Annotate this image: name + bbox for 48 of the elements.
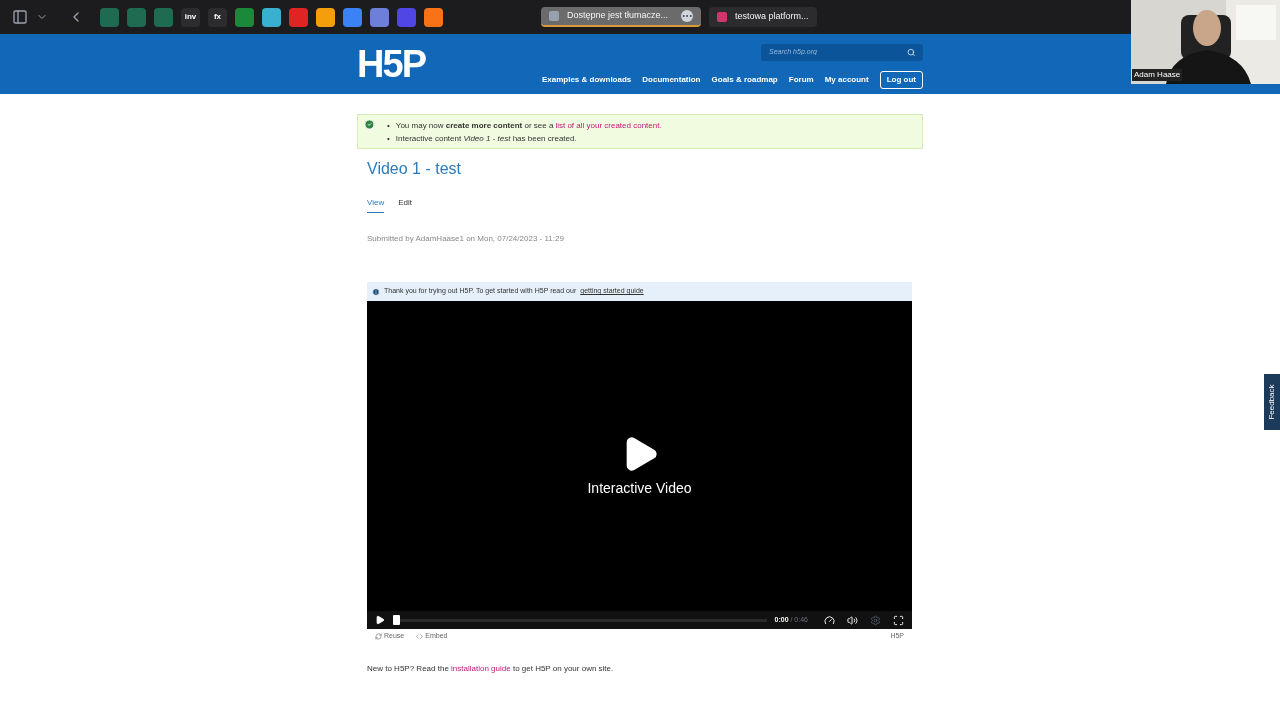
pinned-tab[interactable]: inv bbox=[181, 7, 200, 27]
footer-text: to get H5P on your own site. bbox=[512, 664, 614, 673]
footer-text: New to H5P? Read the bbox=[367, 664, 449, 673]
volume-icon[interactable] bbox=[847, 614, 858, 626]
pinned-tab[interactable] bbox=[289, 7, 308, 27]
pinned-tab[interactable] bbox=[262, 7, 281, 27]
nav-link[interactable]: My account bbox=[824, 73, 869, 86]
content-tab[interactable]: Edit bbox=[398, 197, 412, 213]
nav-link[interactable]: Goals & roadmap bbox=[711, 73, 778, 86]
tab-favicon bbox=[717, 12, 727, 22]
browser-tab[interactable]: Dostępne jest tłumacze... bbox=[541, 7, 701, 27]
content-tab[interactable]: View bbox=[367, 197, 385, 213]
nav-link[interactable]: Examples & downloads bbox=[541, 73, 632, 86]
progress-track[interactable] bbox=[393, 615, 767, 625]
pinned-tab[interactable] bbox=[235, 7, 254, 27]
participant-name: Adam Haase bbox=[1132, 69, 1183, 81]
logo[interactable]: H5P bbox=[357, 45, 426, 83]
install-link[interactable]: installation guide bbox=[451, 664, 511, 673]
browser-tab[interactable]: testowa platform... bbox=[709, 7, 817, 27]
reload-icon bbox=[375, 632, 382, 640]
more-icon[interactable] bbox=[681, 10, 693, 22]
pinned-tab[interactable] bbox=[424, 7, 443, 27]
video-title: Interactive Video bbox=[587, 478, 692, 498]
content-link[interactable]: list of all your created content. bbox=[555, 119, 662, 132]
fullscreen-icon[interactable] bbox=[893, 614, 904, 626]
sidebar-icon[interactable] bbox=[12, 9, 28, 25]
check-icon bbox=[364, 119, 375, 130]
submitted-text: Submitted by AdamHaase1 on Mon, 07/24/2023 - 11:29 bbox=[367, 233, 565, 245]
pinned-tab[interactable]: fx bbox=[208, 7, 227, 27]
logout-button[interactable]: Log out bbox=[879, 70, 923, 89]
bullet: • bbox=[387, 133, 390, 145]
feedback-tab[interactable]: Feedback bbox=[1264, 374, 1280, 430]
nav-link[interactable]: Forum bbox=[788, 73, 814, 86]
bullet: • bbox=[387, 120, 390, 132]
code-icon bbox=[416, 632, 424, 640]
speed-icon[interactable] bbox=[824, 614, 835, 626]
pinned-tab[interactable] bbox=[316, 7, 335, 27]
message-text: You may now create more content or see a bbox=[395, 120, 554, 132]
info-icon bbox=[372, 287, 380, 296]
slider-thumb[interactable] bbox=[393, 615, 400, 625]
search-icon[interactable] bbox=[906, 47, 915, 57]
message-text: Interactive content Video 1 - test has been created. bbox=[395, 133, 577, 145]
play-icon[interactable] bbox=[375, 615, 385, 625]
nav-link[interactable]: Documentation bbox=[642, 73, 701, 86]
page-title: Video 1 - test bbox=[367, 159, 462, 179]
tab-favicon bbox=[549, 11, 559, 21]
pinned-tab[interactable] bbox=[370, 7, 389, 27]
pinned-tab[interactable] bbox=[343, 7, 362, 27]
